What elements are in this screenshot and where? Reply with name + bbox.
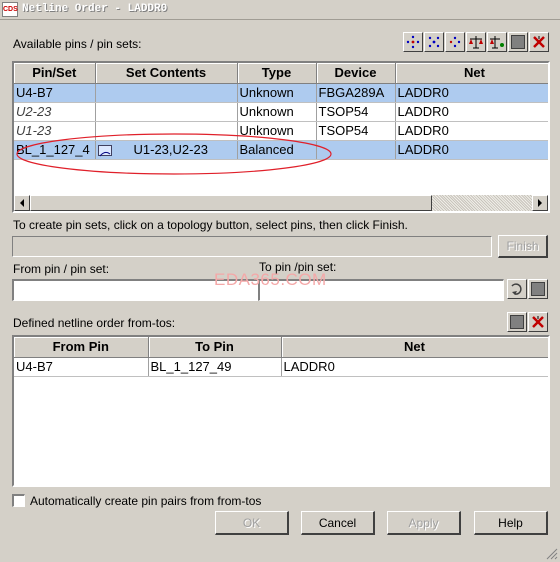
gray-square-icon[interactable] [508, 32, 528, 52]
net-cell: LADDR0 [395, 83, 548, 103]
apply-button[interactable]: Apply [387, 511, 461, 535]
net-cell: LADDR0 [281, 357, 548, 377]
table-header: Pin/Set Set Contents Type Device Net [14, 63, 548, 84]
scroll-track[interactable] [432, 195, 532, 211]
scroll-right-button[interactable] [532, 195, 548, 211]
gray-square-icon[interactable] [528, 279, 548, 299]
pin-cell: U2-23 [14, 102, 96, 122]
column-header[interactable]: Set Contents [95, 63, 238, 84]
column-header[interactable]: From Pin [14, 337, 149, 358]
column-header[interactable]: Device [316, 63, 396, 84]
table-row[interactable]: U4-B7 BL_1_127_49 LADDR0 [14, 357, 548, 377]
balance-icon[interactable] [466, 32, 486, 52]
column-header[interactable]: Net [281, 337, 548, 358]
pin-dots-icon-1[interactable] [403, 32, 423, 52]
pin-cell: U4-B7 [14, 83, 96, 103]
type-cell: Unknown [237, 83, 317, 103]
topology-toolbar [403, 32, 549, 52]
swap-arrow-icon[interactable] [507, 279, 527, 299]
title-bar: CDS Netline Order - LADDR0 [0, 0, 560, 20]
resize-grip-icon[interactable] [546, 548, 558, 560]
table-row[interactable]: U4-B7 Unknown FBGA289A LADDR0 [14, 83, 548, 103]
contents-cell [95, 102, 238, 122]
annotation-ellipse [16, 133, 332, 175]
defined-from-tos-table[interactable]: From Pin To Pin Net U4-B7 BL_1_127_49 LA… [12, 335, 550, 487]
auto-pin-pairs-checkbox[interactable] [12, 494, 25, 507]
watermark: EDA365.COM [214, 270, 327, 289]
contents-cell [95, 83, 238, 103]
horizontal-scrollbar[interactable] [14, 195, 548, 211]
column-header[interactable]: Type [237, 63, 317, 84]
table-row[interactable]: U2-23 Unknown TSOP54 LADDR0 [14, 102, 548, 122]
net-cell: LADDR0 [395, 102, 548, 122]
scroll-left-button[interactable] [14, 195, 30, 211]
defined-from-tos-label: Defined netline order from-tos: [13, 316, 176, 330]
help-button[interactable]: Help [474, 511, 548, 535]
device-cell: TSOP54 [316, 102, 396, 122]
type-cell: Unknown [237, 102, 317, 122]
scroll-thumb[interactable] [30, 195, 432, 211]
instructions-text: To create pin sets, click on a topology … [13, 218, 408, 232]
red-x-icon[interactable] [528, 312, 548, 332]
red-x-icon[interactable] [529, 32, 549, 52]
pin-dots-icon-3[interactable] [445, 32, 465, 52]
finish-button[interactable]: Finish [498, 235, 548, 258]
pin-dots-icon-2[interactable] [424, 32, 444, 52]
column-header[interactable]: Net [395, 63, 548, 84]
from-pin-label: From pin / pin set: [13, 262, 110, 276]
balance-pin-icon[interactable] [487, 32, 507, 52]
column-header[interactable]: Pin/Set [14, 63, 96, 84]
topology-status-bar [12, 236, 492, 257]
gray-square-icon[interactable] [507, 312, 527, 332]
column-header[interactable]: To Pin [148, 337, 282, 358]
to-pin-cell: BL_1_127_49 [148, 357, 282, 377]
net-cell: LADDR0 [395, 140, 548, 160]
cds-app-icon: CDS [2, 2, 18, 17]
window-title: Netline Order - LADDR0 [22, 3, 168, 15]
device-cell: FBGA289A [316, 83, 396, 103]
table-header: From Pin To Pin Net [14, 337, 548, 358]
from-pin-cell: U4-B7 [14, 357, 149, 377]
cancel-button[interactable]: Cancel [301, 511, 375, 535]
ok-button[interactable]: OK [215, 511, 289, 535]
available-pins-label: Available pins / pin sets: [13, 37, 142, 51]
net-cell: LADDR0 [395, 121, 548, 141]
auto-pin-pairs-label: Automatically create pin pairs from from… [30, 494, 262, 508]
